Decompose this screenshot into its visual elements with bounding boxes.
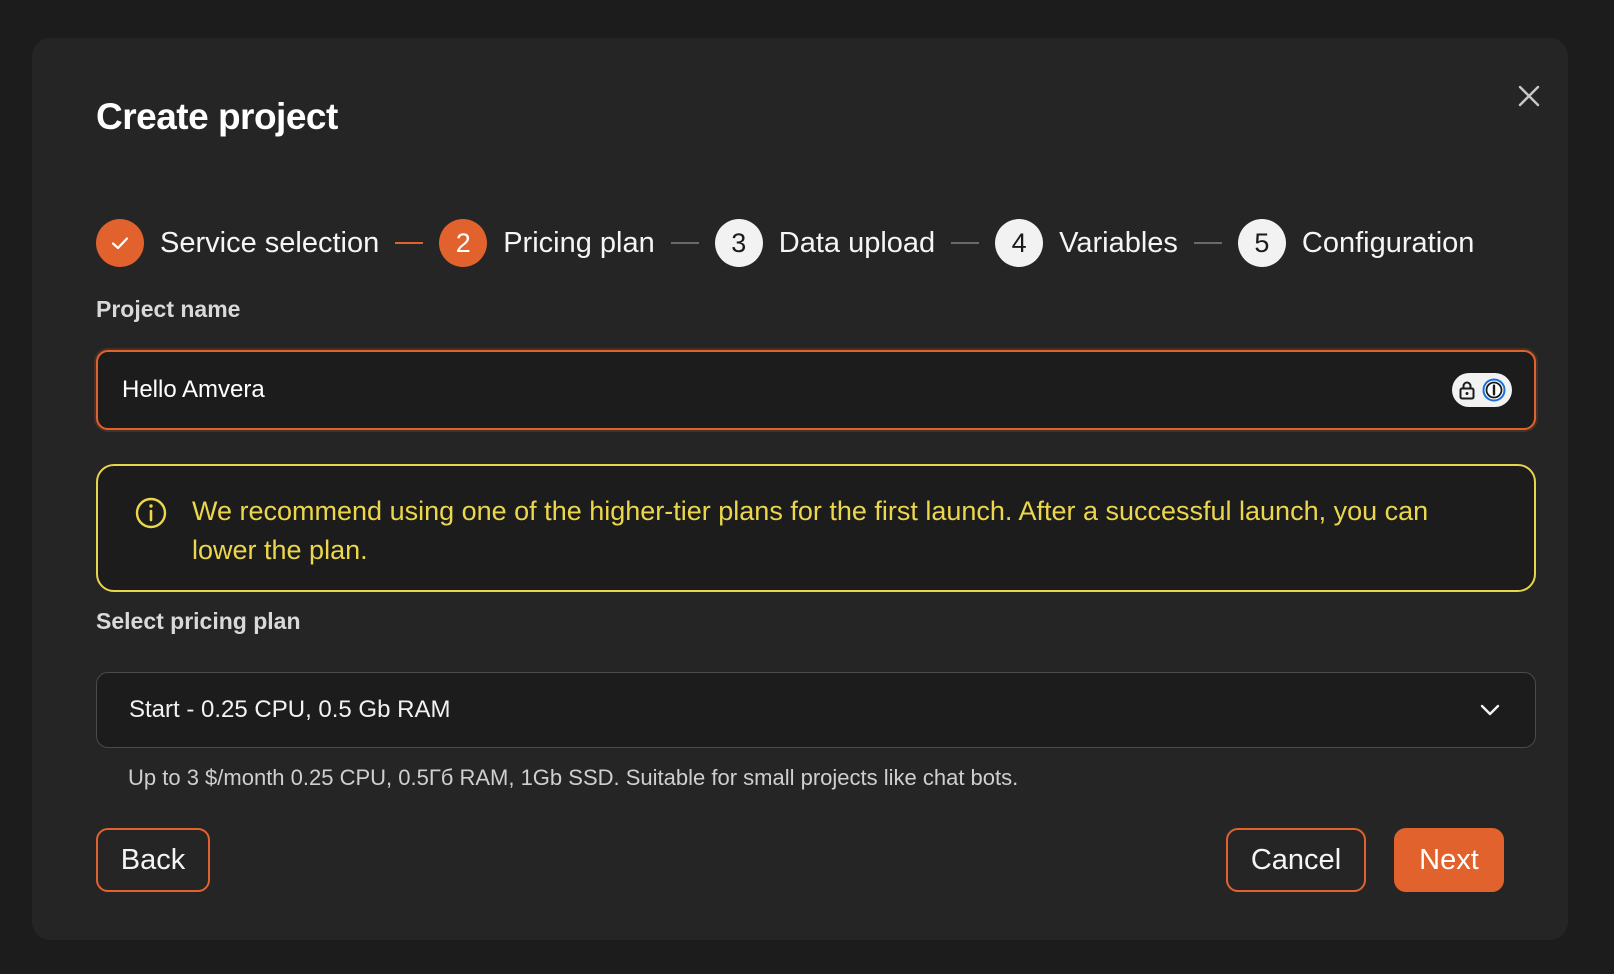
pricing-plan-select[interactable]: Start - 0.25 CPU, 0.5 Gb RAM (96, 672, 1536, 748)
step-pricing-plan[interactable]: 2 Pricing plan (439, 219, 655, 267)
step-5-indicator: 5 (1237, 219, 1286, 267)
selected-plan: Start - 0.25 CPU, 0.5 Gb RAM (129, 696, 451, 723)
step-1-indicator (96, 219, 144, 267)
step-4-indicator: 4 (995, 219, 1044, 267)
step-service-selection[interactable]: Service selection (96, 219, 379, 267)
step-label: Configuration (1301, 226, 1475, 259)
step-separator (395, 242, 424, 244)
create-project-dialog: Create project Service selection 2 Prici… (32, 38, 1568, 940)
info-icon (135, 497, 167, 529)
stepper: Service selection 2 Pricing plan 3 Data … (96, 218, 1536, 268)
alert-message: We recommend using one of the higher-tie… (192, 496, 1429, 565)
project-name-field (96, 350, 1536, 430)
step-data-upload[interactable]: 3 Data upload (714, 219, 936, 267)
close-button[interactable] (1507, 74, 1551, 118)
back-button[interactable]: Back (96, 828, 210, 892)
dialog-title: Create project (96, 96, 338, 137)
recommendation-alert: We recommend using one of the higher-tie… (96, 464, 1536, 592)
password-manager-button[interactable] (1452, 373, 1512, 407)
step-variables[interactable]: 4 Variables (995, 219, 1178, 267)
step-label: Variables (1059, 226, 1178, 259)
check-icon (111, 237, 129, 250)
plan-description: Up to 3 $/month 0.25 CPU, 0.5Гб RAM, 1Gb… (128, 765, 1019, 790)
chevron-down-icon (1480, 704, 1500, 716)
project-name-input[interactable] (98, 351, 1452, 429)
close-icon (1518, 85, 1540, 107)
step-label: Data upload (778, 226, 936, 259)
cancel-button[interactable]: Cancel (1226, 828, 1366, 892)
step-configuration[interactable]: 5 Configuration (1237, 219, 1475, 267)
step-label: Service selection (160, 226, 380, 259)
step-label: Pricing plan (503, 226, 655, 259)
pricing-plan-label: Select pricing plan (96, 608, 301, 634)
next-button[interactable]: Next (1394, 828, 1504, 892)
step-separator (670, 242, 699, 244)
step-3-indicator: 3 (714, 219, 763, 267)
step-separator (1193, 242, 1222, 244)
step-2-indicator: 2 (439, 219, 488, 267)
lock-icon (1459, 381, 1475, 400)
password-manager-icon (1482, 378, 1506, 402)
step-separator (951, 242, 980, 244)
project-name-label: Project name (96, 296, 241, 322)
